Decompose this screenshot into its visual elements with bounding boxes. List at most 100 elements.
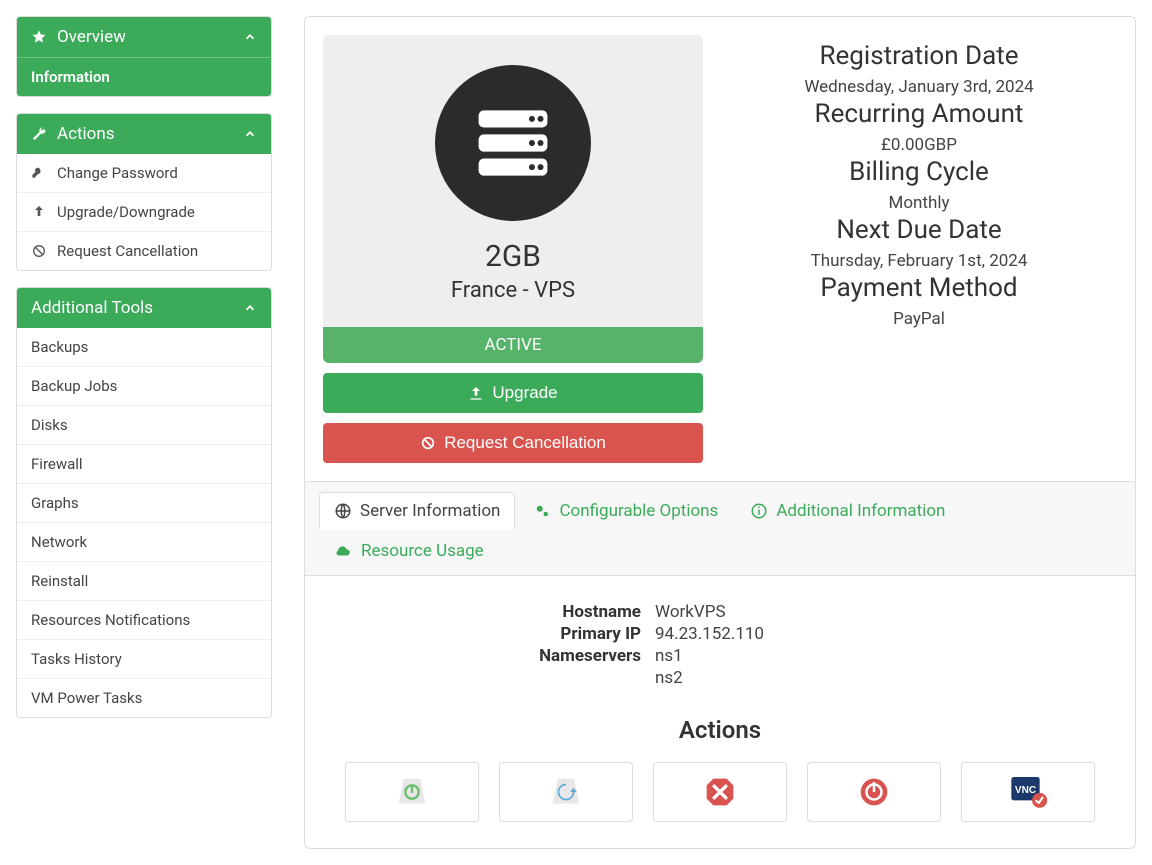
tab-label: Configurable Options: [559, 501, 718, 521]
sidebar-item-label: Reinstall: [31, 572, 88, 590]
action-power-on[interactable]: [345, 762, 479, 822]
chevron-up-icon: [243, 301, 257, 315]
sidebar: Overview Information Actions: [16, 16, 272, 849]
chevron-up-icon: [243, 127, 257, 141]
sidebar-tools-header[interactable]: Additional Tools: [17, 288, 271, 328]
nameservers-label: Nameservers: [335, 646, 655, 666]
action-vnc[interactable]: VNC: [961, 762, 1095, 822]
sidebar-item-tasks-history[interactable]: Tasks History: [17, 639, 271, 678]
server-icon: [435, 65, 591, 221]
sidebar-panel-tools: Additional Tools Backups Backup Jobs Dis…: [16, 287, 272, 718]
recurring-amount-title: Recurring Amount: [721, 99, 1117, 129]
sidebar-item-label: VM Power Tasks: [31, 689, 142, 707]
tab-configurable-options[interactable]: Configurable Options: [519, 492, 732, 529]
sidebar-tools-title: Additional Tools: [31, 298, 153, 318]
recurring-amount-value: £0.00GBP: [721, 135, 1117, 155]
stop-icon: [700, 772, 740, 812]
sidebar-overview-header[interactable]: Overview: [17, 17, 271, 57]
product-card: 2GB France - VPS ACTIVE Upgrade Request …: [323, 35, 703, 463]
action-grid: VNC: [335, 762, 1105, 822]
chevron-up-icon: [243, 30, 257, 44]
sidebar-item-network[interactable]: Network: [17, 522, 271, 561]
sidebar-item-label: Upgrade/Downgrade: [57, 203, 195, 221]
reboot-icon: [546, 772, 586, 812]
sidebar-item-resources-notifications[interactable]: Resources Notifications: [17, 600, 271, 639]
star-icon: [31, 29, 47, 45]
sidebar-actions-list: Change Password Upgrade/Downgrade Reques…: [17, 154, 271, 270]
power-off-icon: [854, 772, 894, 812]
product-name: 2GB: [343, 239, 683, 274]
cogs-icon: [533, 502, 551, 520]
sidebar-item-label: Network: [31, 533, 87, 551]
request-cancellation-label: Request Cancellation: [444, 433, 606, 453]
sidebar-item-firewall[interactable]: Firewall: [17, 444, 271, 483]
sidebar-tools-list: Backups Backup Jobs Disks Firewall Graph…: [17, 328, 271, 717]
actions-heading: Actions: [335, 716, 1105, 744]
payment-method-value: PayPal: [721, 309, 1117, 329]
power-on-icon: [392, 772, 432, 812]
sidebar-item-disks[interactable]: Disks: [17, 405, 271, 444]
registration-date-value: Wednesday, January 3rd, 2024: [721, 77, 1117, 97]
status-badge: ACTIVE: [323, 327, 703, 363]
sidebar-panel-overview: Overview Information: [16, 16, 272, 97]
sidebar-item-label: Disks: [31, 416, 68, 434]
sidebar-item-label: Resources Notifications: [31, 611, 190, 629]
ban-icon: [420, 435, 436, 451]
action-reboot[interactable]: [499, 762, 633, 822]
sidebar-item-backups[interactable]: Backups: [17, 328, 271, 366]
billing-cycle-title: Billing Cycle: [721, 157, 1117, 187]
sidebar-item-label: Backups: [31, 338, 88, 356]
action-stop[interactable]: [653, 762, 787, 822]
sidebar-item-graphs[interactable]: Graphs: [17, 483, 271, 522]
tab-server-information[interactable]: Server Information: [319, 492, 515, 530]
tab-additional-information[interactable]: Additional Information: [736, 492, 959, 529]
upgrade-button[interactable]: Upgrade: [323, 373, 703, 413]
upgrade-button-label: Upgrade: [492, 383, 557, 403]
server-info-section: Hostname WorkVPS Primary IP 94.23.152.11…: [305, 576, 1135, 848]
sidebar-item-reinstall[interactable]: Reinstall: [17, 561, 271, 600]
wrench-icon: [31, 126, 47, 142]
sidebar-item-label: Backup Jobs: [31, 377, 117, 395]
sidebar-item-backup-jobs[interactable]: Backup Jobs: [17, 366, 271, 405]
svg-text:VNC: VNC: [1015, 785, 1036, 796]
sidebar-actions-title: Actions: [57, 124, 115, 144]
hostname-value: WorkVPS: [655, 602, 726, 622]
sidebar-item-information[interactable]: Information: [17, 57, 271, 96]
sidebar-item-label: Request Cancellation: [57, 242, 198, 260]
sidebar-item-label: Firewall: [31, 455, 83, 473]
hostname-label: Hostname: [335, 602, 655, 622]
sidebar-item-label: Change Password: [57, 164, 178, 182]
primary-ip-value: 94.23.152.110: [655, 624, 764, 644]
product-body: 2GB France - VPS: [323, 35, 703, 327]
cloud-icon: [333, 542, 353, 560]
nameserver-2: ns2: [655, 668, 683, 688]
info-icon: [750, 502, 768, 520]
registration-date-title: Registration Date: [721, 41, 1117, 71]
sidebar-actions-header[interactable]: Actions: [17, 114, 271, 154]
upload-icon: [468, 385, 484, 401]
billing-info: Registration Date Wednesday, January 3rd…: [721, 35, 1117, 463]
top-area: 2GB France - VPS ACTIVE Upgrade Request …: [305, 17, 1135, 481]
sidebar-item-label: Graphs: [31, 494, 79, 512]
primary-ip-label: Primary IP: [335, 624, 655, 644]
request-cancellation-button[interactable]: Request Cancellation: [323, 423, 703, 463]
action-shutdown[interactable]: [807, 762, 941, 822]
globe-icon: [334, 502, 352, 520]
payment-method-title: Payment Method: [721, 273, 1117, 303]
next-due-date-value: Thursday, February 1st, 2024: [721, 251, 1117, 271]
billing-cycle-value: Monthly: [721, 193, 1117, 213]
product-subtitle: France - VPS: [343, 278, 683, 303]
sidebar-item-change-password[interactable]: Change Password: [17, 154, 271, 192]
tab-label: Additional Information: [776, 501, 945, 521]
sidebar-item-request-cancellation[interactable]: Request Cancellation: [17, 231, 271, 270]
main-panel: 2GB France - VPS ACTIVE Upgrade Request …: [304, 16, 1136, 849]
sidebar-item-upgrade-downgrade[interactable]: Upgrade/Downgrade: [17, 192, 271, 231]
ban-icon: [31, 243, 47, 259]
tabs: Server Information Configurable Options …: [305, 481, 1135, 576]
nameserver-1: ns1: [655, 646, 683, 666]
tab-label: Resource Usage: [361, 541, 484, 561]
sidebar-item-vm-power-tasks[interactable]: VM Power Tasks: [17, 678, 271, 717]
sidebar-overview-title: Overview: [57, 27, 126, 47]
sidebar-panel-actions: Actions Change Password Upgrade: [16, 113, 272, 271]
tab-resource-usage[interactable]: Resource Usage: [319, 533, 498, 569]
